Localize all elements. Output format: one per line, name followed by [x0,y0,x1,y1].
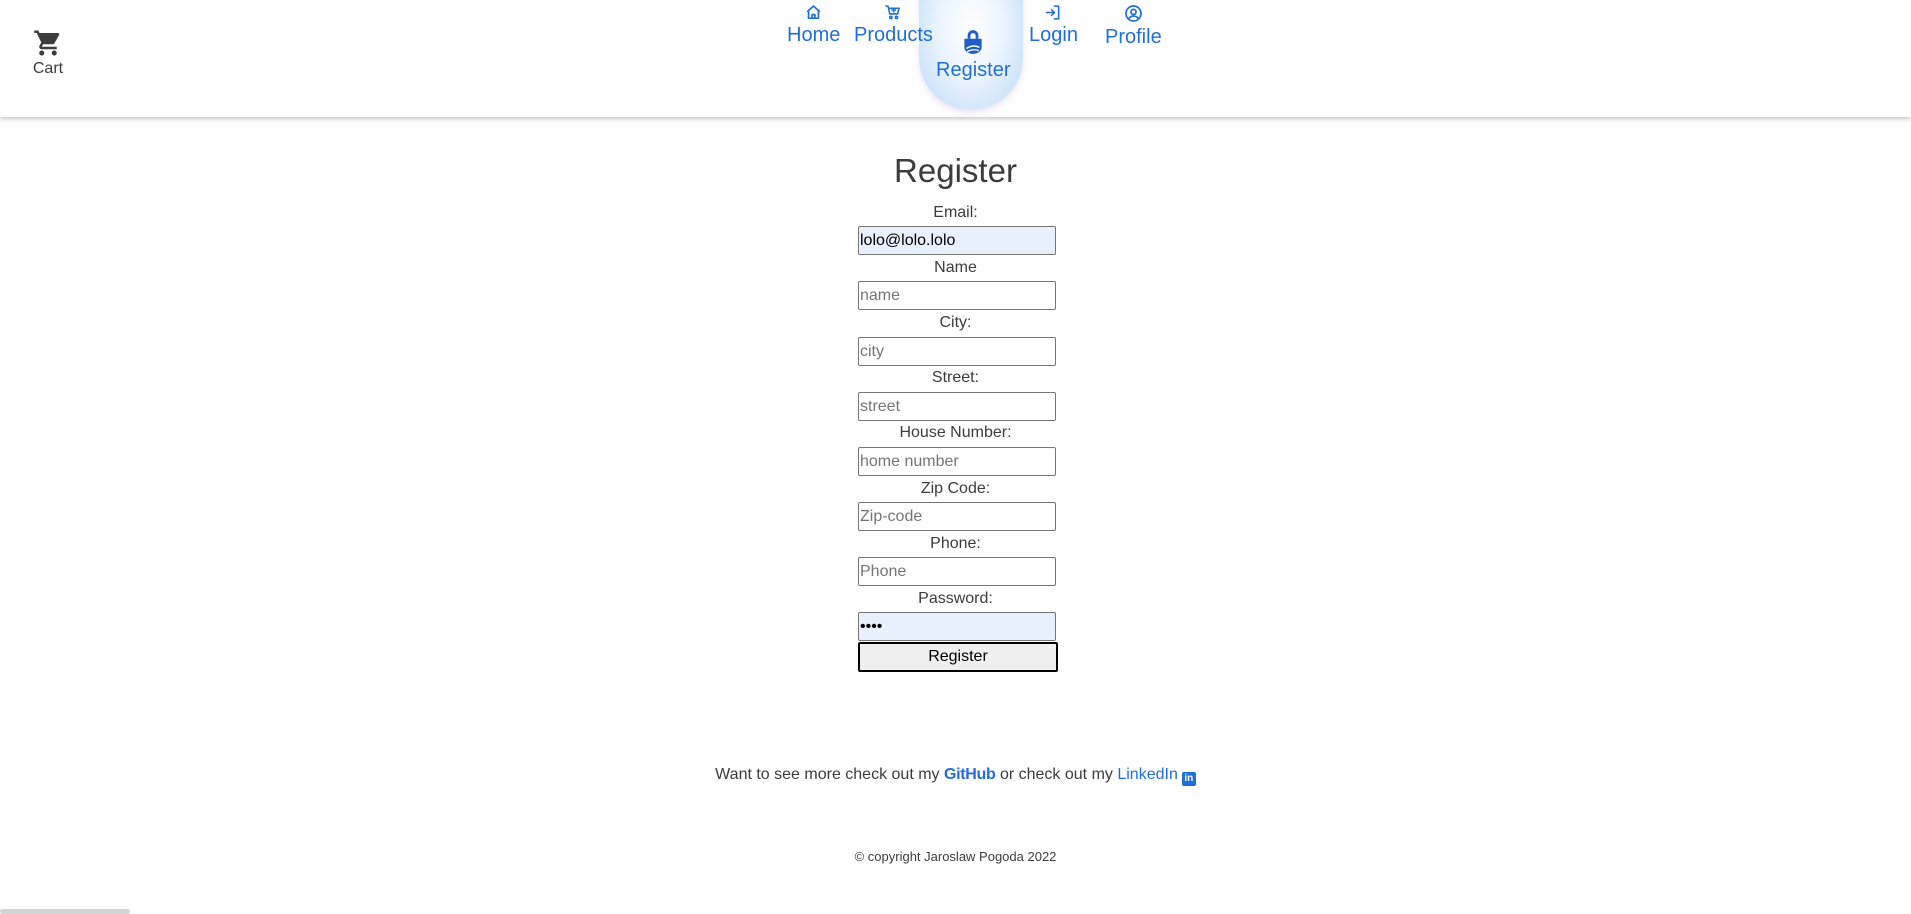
nav-home-label: Home [787,24,841,46]
city-label: City: [939,314,972,331]
house-number-field[interactable] [858,447,1056,476]
phone-field[interactable] [858,557,1056,586]
name-label: Name [934,259,977,276]
github-link[interactable]: GitHub [944,766,996,783]
zip-code-field[interactable] [858,502,1056,531]
zip-code-label: Zip Code: [920,480,991,497]
nav-home[interactable]: Home [787,0,840,47]
register-button[interactable]: Register [858,642,1058,672]
linkedin-label: LinkedIn [1117,766,1178,783]
nav-products-label: Products [854,24,933,46]
name-field[interactable] [858,281,1056,310]
linkedin-link[interactable]: LinkedIn in [1117,766,1196,786]
nav-login-label: Login [1029,24,1078,46]
user-circle-icon [1124,5,1142,22]
password-field[interactable] [858,612,1056,641]
city-field[interactable] [858,337,1056,366]
nav-register-label: Register [936,59,1011,81]
github-logo: GitHub [943,766,996,783]
footer-text-before: Want to see more check out my [715,766,944,783]
login-icon [1046,5,1060,20]
shopping-cart-icon [34,30,60,56]
top-navbar: Cart Home Products Register Login Profil… [0,0,1911,117]
street-field[interactable] [858,392,1056,421]
home-icon [806,5,821,20]
page-title: Register [894,152,1017,189]
cart-icon [885,5,901,20]
street-label: Street: [931,369,980,386]
nav-products[interactable]: Products [854,0,933,47]
email-label: Email: [933,204,978,221]
copyright-text: © copyright Jaroslaw Pogoda 2022 [854,849,1057,864]
footer-links: Want to see more check out my GitHub or … [0,766,1911,786]
linkedin-icon: in [1181,772,1196,786]
phone-label: Phone: [930,535,981,552]
nav-login[interactable]: Login [1029,0,1078,47]
lock-icon [964,30,982,54]
cart-label: Cart [32,60,64,77]
footer-text-middle: or check out my [995,766,1118,783]
nav-profile-label: Profile [1105,26,1162,48]
email-field[interactable] [858,226,1056,255]
nav-register[interactable]: Register [936,24,1010,82]
house-number-label: House Number: [899,424,1012,441]
password-label: Password: [918,590,993,607]
horizontal-scrollbar[interactable] [0,909,130,914]
cart-button[interactable]: Cart [28,28,68,78]
nav-profile[interactable]: Profile [1105,0,1162,49]
